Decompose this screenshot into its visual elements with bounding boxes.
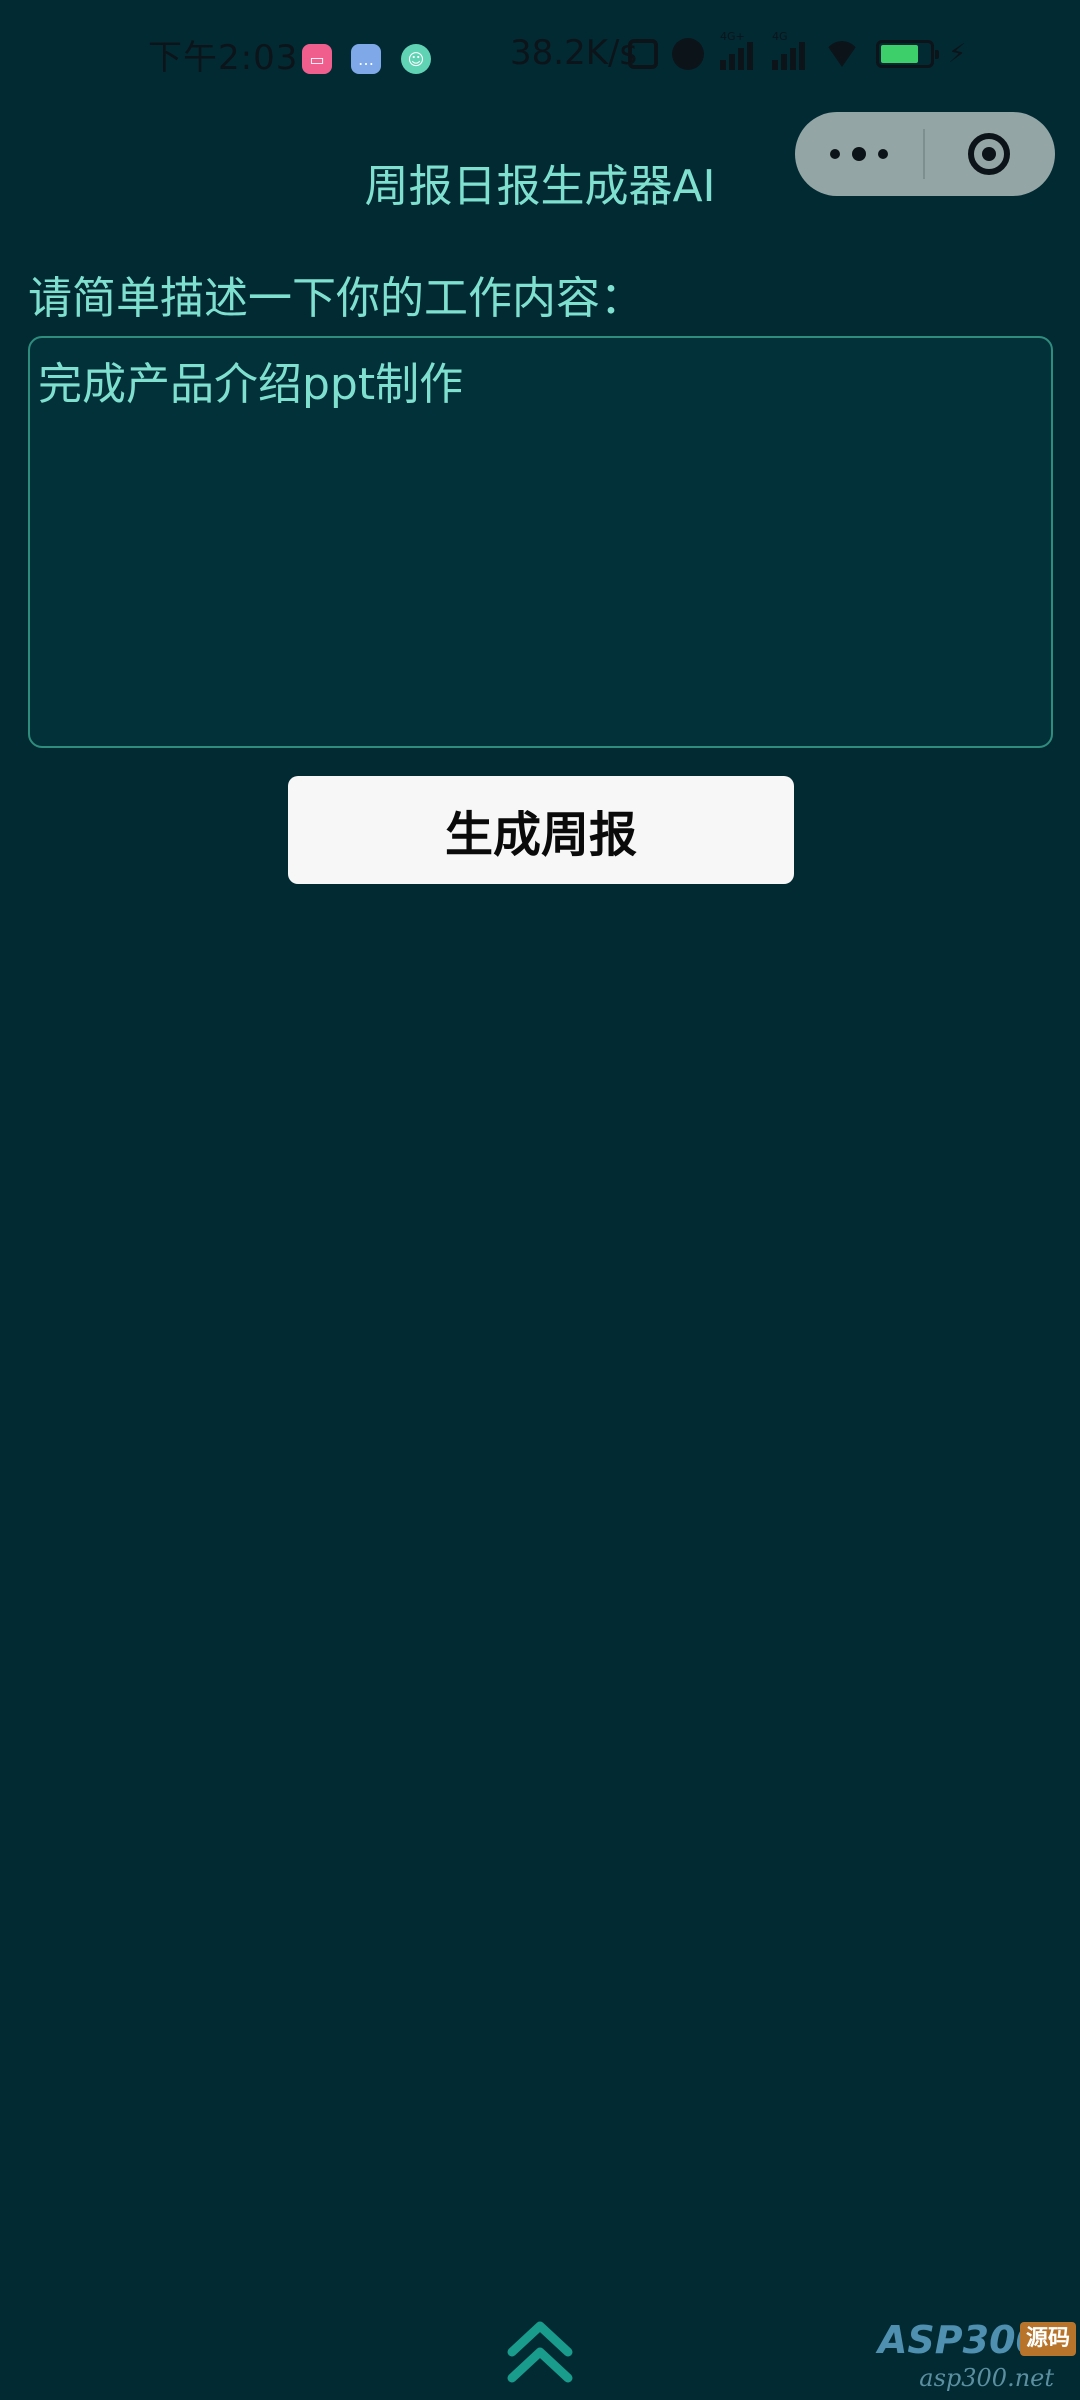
signal-4g-plus-icon: 4G+ xyxy=(720,30,756,70)
nfc-icon xyxy=(628,39,658,69)
prompt-label: 请简单描述一下你的工作内容： xyxy=(28,273,644,324)
battery-icon xyxy=(876,40,939,68)
signal-tag-1: 4G+ xyxy=(720,30,745,43)
wifi-icon xyxy=(824,41,860,67)
double-chevron-up-icon[interactable] xyxy=(506,2318,574,2384)
watermark-brand: ASP300 xyxy=(878,2318,1042,2362)
status-bar: 下午2:03 ▭ … ☺ 38.2K/s 4G+ 4G ⚡ xyxy=(0,0,1080,110)
bilibili-icon: ▭ xyxy=(302,44,332,74)
signal-tag-2: 4G xyxy=(772,30,788,43)
watermark-url: asp300.net xyxy=(919,2364,1054,2392)
generate-report-button[interactable]: 生成周报 xyxy=(288,776,794,884)
alarm-icon xyxy=(672,38,704,70)
watermark-tag: 源码 xyxy=(1020,2322,1076,2356)
message-icon: … xyxy=(351,44,381,74)
watermark: ASP300 源码 asp300.net xyxy=(878,2318,1078,2394)
signal-4g-icon: 4G xyxy=(772,30,808,70)
status-time: 下午2:03 xyxy=(148,38,299,78)
assistant-icon: ☺ xyxy=(401,44,431,74)
battery-level xyxy=(881,45,918,63)
page-title: 周报日报生成器AI xyxy=(364,161,716,212)
status-icons: 4G+ 4G ⚡ xyxy=(628,30,967,70)
work-description-input[interactable] xyxy=(28,336,1053,748)
network-speed: 38.2K/s xyxy=(510,33,638,73)
charging-icon: ⚡ xyxy=(948,39,967,69)
